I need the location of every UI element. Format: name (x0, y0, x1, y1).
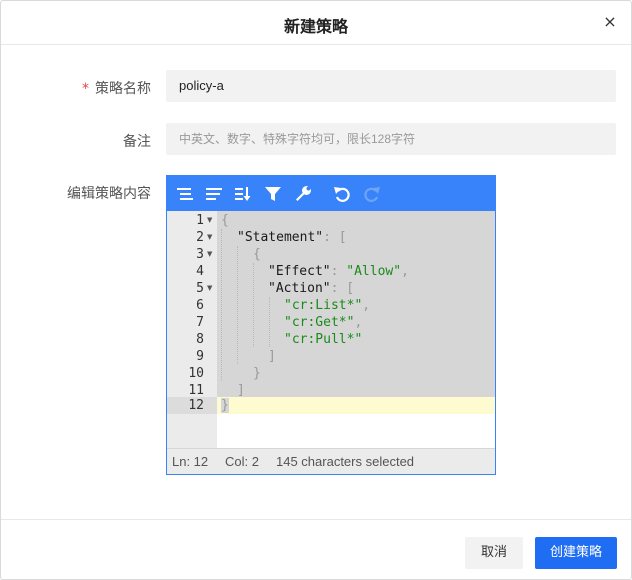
line-number: 2 (196, 230, 204, 245)
policy-name-input[interactable]: policy-a (166, 70, 616, 102)
line-number: 12 (188, 398, 204, 413)
indent-guide (237, 246, 238, 364)
code-line: { (221, 213, 229, 228)
line-number: 1 (196, 213, 204, 228)
fold-icon[interactable]: ▼ (207, 212, 215, 229)
code-line: "Effect": "Allow", (268, 264, 409, 279)
active-line (217, 397, 495, 414)
remark-label: 备注 (123, 134, 151, 150)
json-editor[interactable]: 1 2 3 4 5 6 7 8 9 10 11 12 ▼ ▼ ▼ ▼ { "St… (166, 175, 496, 475)
line-number: 7 (196, 315, 204, 330)
create-policy-dialog: 新建策略 × * 策略名称 policy-a 备注 中英文、数字、特殊字符均可，限… (0, 0, 632, 580)
code-line: { (253, 247, 261, 262)
code-line: ] (268, 349, 276, 364)
undo-icon[interactable] (332, 184, 352, 204)
sort-icon[interactable] (233, 184, 253, 204)
fold-icon[interactable]: ▼ (207, 229, 215, 246)
editor-status-bar: Ln: 12 Col: 2 145 characters selected (167, 448, 495, 474)
dialog-title: 新建策略 (283, 17, 348, 36)
fold-icon[interactable]: ▼ (207, 280, 215, 297)
status-column: Col: 2 (225, 454, 259, 469)
code-line: } (253, 366, 261, 381)
filter-icon[interactable] (263, 184, 283, 204)
code-line: "Action": [ (268, 281, 355, 296)
create-policy-button[interactable]: 创建策略 (535, 537, 617, 569)
indent-guide (221, 229, 222, 381)
line-number: 4 (196, 264, 204, 279)
compact-icon[interactable] (204, 184, 224, 204)
line-number: 9 (196, 349, 204, 364)
policy-name-label-text: 策略名称 (95, 81, 151, 97)
line-number: 6 (196, 298, 204, 313)
policy-content-label: 编辑策略内容 (67, 186, 151, 202)
status-line: Ln: 12 (172, 454, 209, 469)
redo-icon[interactable] (362, 184, 382, 204)
line-number: 10 (188, 366, 204, 381)
remark-input[interactable]: 中英文、数字、特殊字符均可，限长128字符 (166, 123, 616, 155)
close-icon[interactable]: × (601, 12, 619, 32)
indent-guide (253, 263, 254, 347)
code-line: "cr:List*", (284, 298, 371, 313)
line-number: 5 (196, 281, 204, 296)
line-number: 3 (196, 247, 204, 262)
repair-icon[interactable] (293, 184, 313, 204)
code-line: ] (237, 383, 245, 398)
line-number: 8 (196, 332, 204, 347)
format-icon[interactable] (175, 184, 195, 204)
code-line: "cr:Pull*" (284, 332, 363, 347)
code-line: } (221, 398, 229, 413)
fold-icon[interactable]: ▼ (207, 246, 215, 263)
status-selection: 145 characters selected (276, 454, 415, 469)
required-mark: * (82, 81, 89, 97)
editor-toolbar (167, 176, 495, 211)
editor-body[interactable]: 1 2 3 4 5 6 7 8 9 10 11 12 ▼ ▼ ▼ ▼ { "St… (167, 211, 495, 448)
policy-name-label: * 策略名称 (61, 78, 151, 98)
indent-guide (269, 297, 270, 347)
dialog-footer: 取消 创建策略 (1, 519, 631, 579)
cancel-button[interactable]: 取消 (465, 537, 523, 569)
code-line: "Statement": [ (237, 230, 347, 245)
dialog-header: 新建策略 × (1, 1, 631, 45)
code-line: "cr:Get*", (284, 315, 363, 330)
